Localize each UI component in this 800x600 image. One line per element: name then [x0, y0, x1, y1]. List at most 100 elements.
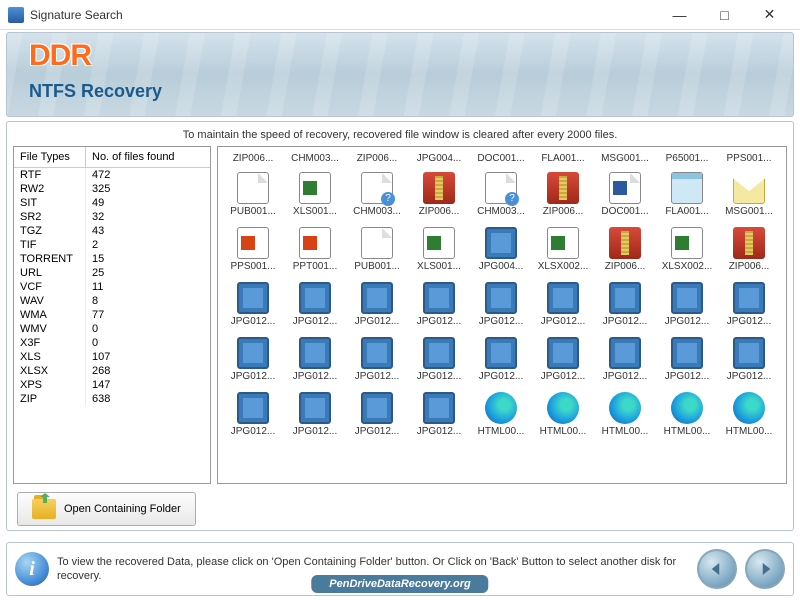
file-item[interactable]: FLA001...	[534, 153, 592, 164]
file-item[interactable]: JPG012...	[410, 282, 468, 327]
file-item[interactable]: JPG012...	[472, 337, 530, 382]
minimize-button[interactable]: —	[657, 1, 702, 29]
file-item[interactable]: XLSX002...	[534, 227, 592, 272]
file-item[interactable]: JPG012...	[224, 392, 282, 437]
file-label: JPG012...	[348, 426, 406, 437]
file-label: JPG012...	[534, 316, 592, 327]
file-type-row[interactable]: WMV0	[14, 322, 210, 336]
file-label: DOC001...	[472, 153, 530, 164]
file-grid-panel[interactable]: ZIP006...CHM003...ZIP006...JPG004...DOC0…	[217, 146, 787, 484]
file-type-row[interactable]: XLSX268	[14, 364, 210, 378]
file-type-row[interactable]: TIF2	[14, 238, 210, 252]
file-item[interactable]: PUB001...	[348, 227, 406, 272]
file-item[interactable]: HTML00...	[534, 392, 592, 437]
file-type-row[interactable]: URL25	[14, 266, 210, 280]
img-icon	[237, 337, 269, 369]
file-item[interactable]: CHM003...	[348, 172, 406, 217]
file-label: JPG012...	[410, 316, 468, 327]
file-item[interactable]: JPG012...	[286, 392, 344, 437]
img-icon	[609, 282, 641, 314]
file-item[interactable]: JPG012...	[720, 337, 778, 382]
file-item[interactable]: ZIP006...	[534, 172, 592, 217]
file-type-row[interactable]: TGZ43	[14, 224, 210, 238]
website-link[interactable]: PenDriveDataRecovery.org	[311, 575, 488, 593]
file-label: JPG012...	[224, 371, 282, 382]
file-item[interactable]: JPG004...	[410, 153, 468, 164]
file-item[interactable]: JPG012...	[596, 337, 654, 382]
file-type-row[interactable]: SIT49	[14, 196, 210, 210]
file-item[interactable]: JPG012...	[410, 337, 468, 382]
file-type-row[interactable]: VCF11	[14, 280, 210, 294]
file-item[interactable]: ZIP006...	[596, 227, 654, 272]
col-file-types[interactable]: File Types	[14, 147, 86, 167]
img-icon	[361, 282, 393, 314]
file-type-row[interactable]: RW2325	[14, 182, 210, 196]
file-item[interactable]: CHM003...	[286, 153, 344, 164]
file-item[interactable]: XLS001...	[410, 227, 468, 272]
file-item[interactable]: JPG012...	[348, 392, 406, 437]
file-item[interactable]: JPG012...	[224, 337, 282, 382]
file-item[interactable]: XLS001...	[286, 172, 344, 217]
file-item[interactable]: XLSX002...	[658, 227, 716, 272]
col-count[interactable]: No. of files found	[86, 147, 210, 167]
file-item[interactable]: ZIP006...	[224, 153, 282, 164]
file-item[interactable]: PPS001...	[224, 227, 282, 272]
file-item[interactable]: JPG012...	[286, 282, 344, 327]
open-containing-folder-button[interactable]: Open Containing Folder	[17, 492, 196, 526]
file-item[interactable]: HTML00...	[472, 392, 530, 437]
file-types-list[interactable]: RTF472RW2325SIT49SR232TGZ43TIF2TORRENT15…	[14, 168, 210, 483]
file-types-header: File Types No. of files found	[14, 147, 210, 168]
file-label: JPG012...	[286, 371, 344, 382]
file-item[interactable]: JPG012...	[596, 282, 654, 327]
file-item[interactable]: DOC001...	[596, 172, 654, 217]
file-label: JPG012...	[286, 426, 344, 437]
file-item[interactable]: JPG012...	[658, 282, 716, 327]
file-item[interactable]: DOC001...	[472, 153, 530, 164]
file-item[interactable]: FLA001...	[658, 172, 716, 217]
file-type-row[interactable]: WAV8	[14, 294, 210, 308]
file-item[interactable]: MSG001...	[720, 172, 778, 217]
file-item[interactable]: HTML00...	[658, 392, 716, 437]
file-item[interactable]: MSG001...	[596, 153, 654, 164]
file-item[interactable]: JPG012...	[472, 282, 530, 327]
file-item[interactable]: ZIP006...	[410, 172, 468, 217]
file-label: ZIP006...	[348, 153, 406, 164]
folder-open-icon	[32, 499, 56, 519]
file-type-row[interactable]: WMA77	[14, 308, 210, 322]
file-label: PPS001...	[224, 261, 282, 272]
file-type-row[interactable]: XPS147	[14, 378, 210, 392]
file-item[interactable]: PUB001...	[224, 172, 282, 217]
file-item[interactable]: JPG012...	[658, 337, 716, 382]
img-icon	[361, 337, 393, 369]
file-item[interactable]: ZIP006...	[720, 227, 778, 272]
file-item[interactable]: PPS001...	[720, 153, 778, 164]
file-type-row[interactable]: SR232	[14, 210, 210, 224]
file-item[interactable]: JPG012...	[410, 392, 468, 437]
file-item[interactable]: JPG004...	[472, 227, 530, 272]
file-item[interactable]: JPG012...	[348, 337, 406, 382]
file-item[interactable]: JPG012...	[224, 282, 282, 327]
file-item[interactable]: JPG012...	[348, 282, 406, 327]
file-label: PPT001...	[286, 261, 344, 272]
file-type-row[interactable]: ZIP638	[14, 392, 210, 406]
maximize-button[interactable]: □	[702, 1, 747, 29]
file-type-row[interactable]: X3F0	[14, 336, 210, 350]
img-icon	[671, 337, 703, 369]
file-item[interactable]: JPG012...	[534, 282, 592, 327]
file-item[interactable]: PPT001...	[286, 227, 344, 272]
close-button[interactable]: ✕	[747, 1, 792, 29]
back-button[interactable]	[697, 549, 737, 589]
file-item[interactable]: JPG012...	[720, 282, 778, 327]
file-item[interactable]: CHM003...	[472, 172, 530, 217]
file-type-row[interactable]: RTF472	[14, 168, 210, 182]
file-item[interactable]: P65001...	[658, 153, 716, 164]
file-item[interactable]: JPG012...	[286, 337, 344, 382]
file-item[interactable]: JPG012...	[534, 337, 592, 382]
file-type-row[interactable]: XLS107	[14, 350, 210, 364]
file-item[interactable]: HTML00...	[720, 392, 778, 437]
forward-button[interactable]	[745, 549, 785, 589]
file-type-row[interactable]: TORRENT15	[14, 252, 210, 266]
file-label: XLS001...	[410, 261, 468, 272]
file-item[interactable]: ZIP006...	[348, 153, 406, 164]
file-item[interactable]: HTML00...	[596, 392, 654, 437]
